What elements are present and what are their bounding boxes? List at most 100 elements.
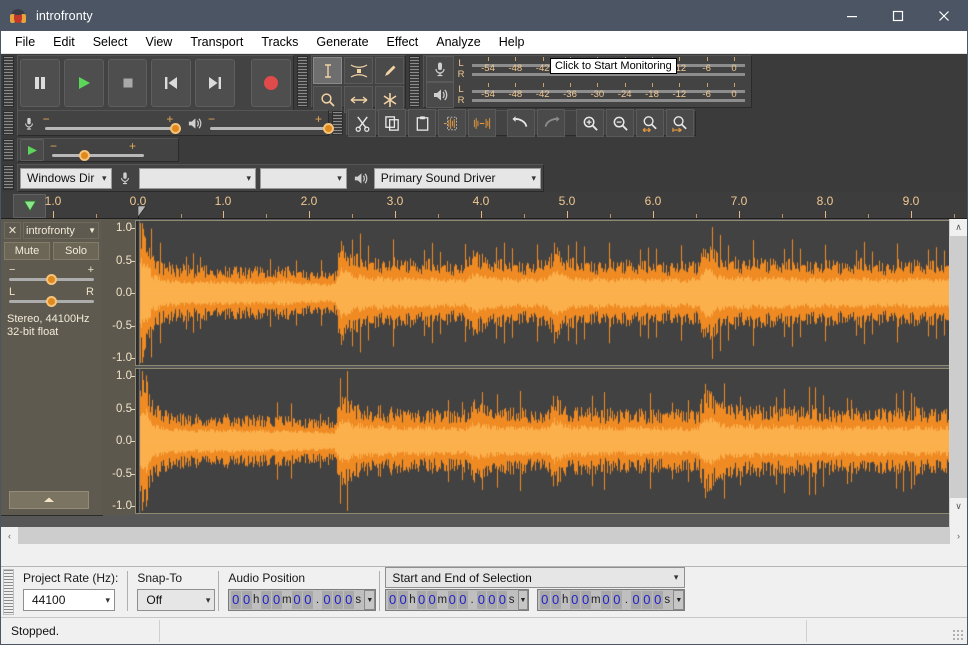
horizontal-scrollbar[interactable]: ‹ › [1,527,967,544]
time-digit[interactable]: 0 [427,591,437,609]
trim-audio-button[interactable] [438,109,466,137]
waveform-left-channel[interactable] [135,220,950,366]
time-unit[interactable]: h [252,594,260,606]
undo-button[interactable] [507,109,535,137]
time-digit[interactable]: 0 [272,591,282,609]
mixer-toolbar-grip[interactable] [3,111,14,135]
snap-to-select[interactable]: Off ▾ [137,589,215,611]
record-volume-thumb[interactable] [170,123,181,134]
time-digit[interactable]: 0 [551,591,561,609]
time-unit[interactable]: s [354,594,362,606]
copy-button[interactable] [378,109,406,137]
time-field-spinner[interactable]: ▼ [364,590,375,610]
time-digit[interactable]: 0 [642,591,652,609]
gain-slider[interactable]: − + [9,265,94,287]
stop-button[interactable] [108,59,148,107]
selection-start-field[interactable]: 00h00m00.000s▼ [385,589,529,611]
cut-button[interactable] [348,109,376,137]
play-speed-slider[interactable]: − + [46,139,166,161]
scroll-up-button[interactable]: ∧ [950,219,967,236]
paste-button[interactable] [408,109,436,137]
menu-help[interactable]: Help [490,32,534,52]
device-toolbar-grip[interactable] [3,165,14,190]
menu-tracks[interactable]: Tracks [252,32,307,52]
menu-view[interactable]: View [136,32,181,52]
resize-grip[interactable] [952,629,964,641]
time-field-spinner[interactable]: ▼ [518,590,529,610]
time-unit[interactable]: . [313,594,321,606]
time-unit[interactable]: m [591,594,601,606]
pinned-play-head-icon[interactable] [13,194,46,218]
time-field-spinner[interactable]: ▼ [673,590,684,610]
timeline-ruler[interactable]: 1.00.01.02.03.04.05.06.07.08.09.0 [1,192,967,219]
recording-volume-slider[interactable]: − + [41,110,184,136]
selection-end-field[interactable]: 00h00m00.000s▼ [537,589,685,611]
scroll-right-button[interactable]: › [950,527,967,544]
time-digit[interactable]: 0 [333,591,343,609]
recording-device-select[interactable]: ▾ [139,168,256,189]
play-speed-toolbar-grip[interactable] [3,139,14,161]
play-speed-thumb[interactable] [79,150,90,161]
track-close-button[interactable]: ✕ [4,222,21,239]
project-rate-select[interactable]: 44100 ▾ [23,589,115,611]
edit-toolbar-grip[interactable] [332,111,343,135]
time-digit[interactable]: 0 [487,591,497,609]
time-digit[interactable]: 0 [231,591,241,609]
time-digit[interactable]: 0 [540,591,550,609]
menu-edit[interactable]: Edit [44,32,84,52]
fit-project-button[interactable] [666,109,694,137]
vertical-scrollbar[interactable]: ∧ ∨ [949,219,967,527]
time-digit[interactable]: 0 [292,591,302,609]
pan-slider[interactable]: L R [9,287,94,309]
menu-select[interactable]: Select [84,32,137,52]
selection-toolbar-grip[interactable] [3,569,14,615]
playback-volume-slider[interactable]: − + [206,110,328,136]
minimize-button[interactable] [829,1,875,31]
zoom-tool[interactable] [313,86,342,113]
maximize-button[interactable] [875,1,921,31]
play-volume-thumb[interactable] [323,123,334,134]
menu-effect[interactable]: Effect [378,32,428,52]
time-unit[interactable]: m [282,594,292,606]
time-digit[interactable]: 0 [458,591,468,609]
time-digit[interactable]: 0 [303,591,313,609]
recording-channels-select[interactable]: ▾ [260,168,347,189]
time-digit[interactable]: 0 [477,591,487,609]
fit-selection-button[interactable] [636,109,664,137]
record-button[interactable] [251,59,291,107]
close-button[interactable] [921,1,967,31]
draw-tool[interactable] [375,57,404,84]
scroll-down-button[interactable]: ∨ [950,498,967,515]
waveform-right-channel[interactable] [135,368,950,514]
selection-tool[interactable] [313,57,342,84]
playback-meter[interactable]: L R -54-48-42-36-30-24-18-12-60 [424,82,751,108]
time-digit[interactable]: 0 [653,591,663,609]
audio-position-field[interactable]: 00h00m00.000s▼ [228,589,376,611]
skip-to-end-button[interactable] [195,59,235,107]
time-unit[interactable]: h [561,594,569,606]
play-button[interactable] [64,59,104,107]
time-digit[interactable]: 0 [498,591,508,609]
time-digit[interactable]: 0 [242,591,252,609]
zoom-in-button[interactable] [576,109,604,137]
zoom-out-button[interactable] [606,109,634,137]
time-digit[interactable]: 0 [344,591,354,609]
envelope-tool[interactable] [344,57,373,84]
time-digit[interactable]: 0 [601,591,611,609]
time-digit[interactable]: 0 [398,591,408,609]
pan-thumb[interactable] [46,296,57,307]
horizontal-scroll-thumb[interactable] [18,527,950,544]
time-digit[interactable]: 0 [261,591,271,609]
transport-toolbar-grip[interactable] [3,56,14,107]
playback-device-select[interactable]: Primary Sound Driver ▾ [374,168,541,189]
time-digit[interactable]: 0 [581,591,591,609]
skip-to-start-button[interactable] [151,59,191,107]
meter-toolbar-grip[interactable] [409,56,420,107]
pause-button[interactable] [20,59,60,107]
track-name-dropdown[interactable]: introfronty ▼ [23,222,99,239]
vertical-scroll-thumb[interactable] [950,236,967,498]
time-unit[interactable]: . [468,594,476,606]
time-unit[interactable]: h [408,594,416,606]
track-control-panel[interactable]: ✕ introfronty ▼ Mute Solo − + L R [1,219,103,516]
play-at-speed-button[interactable] [20,139,44,161]
